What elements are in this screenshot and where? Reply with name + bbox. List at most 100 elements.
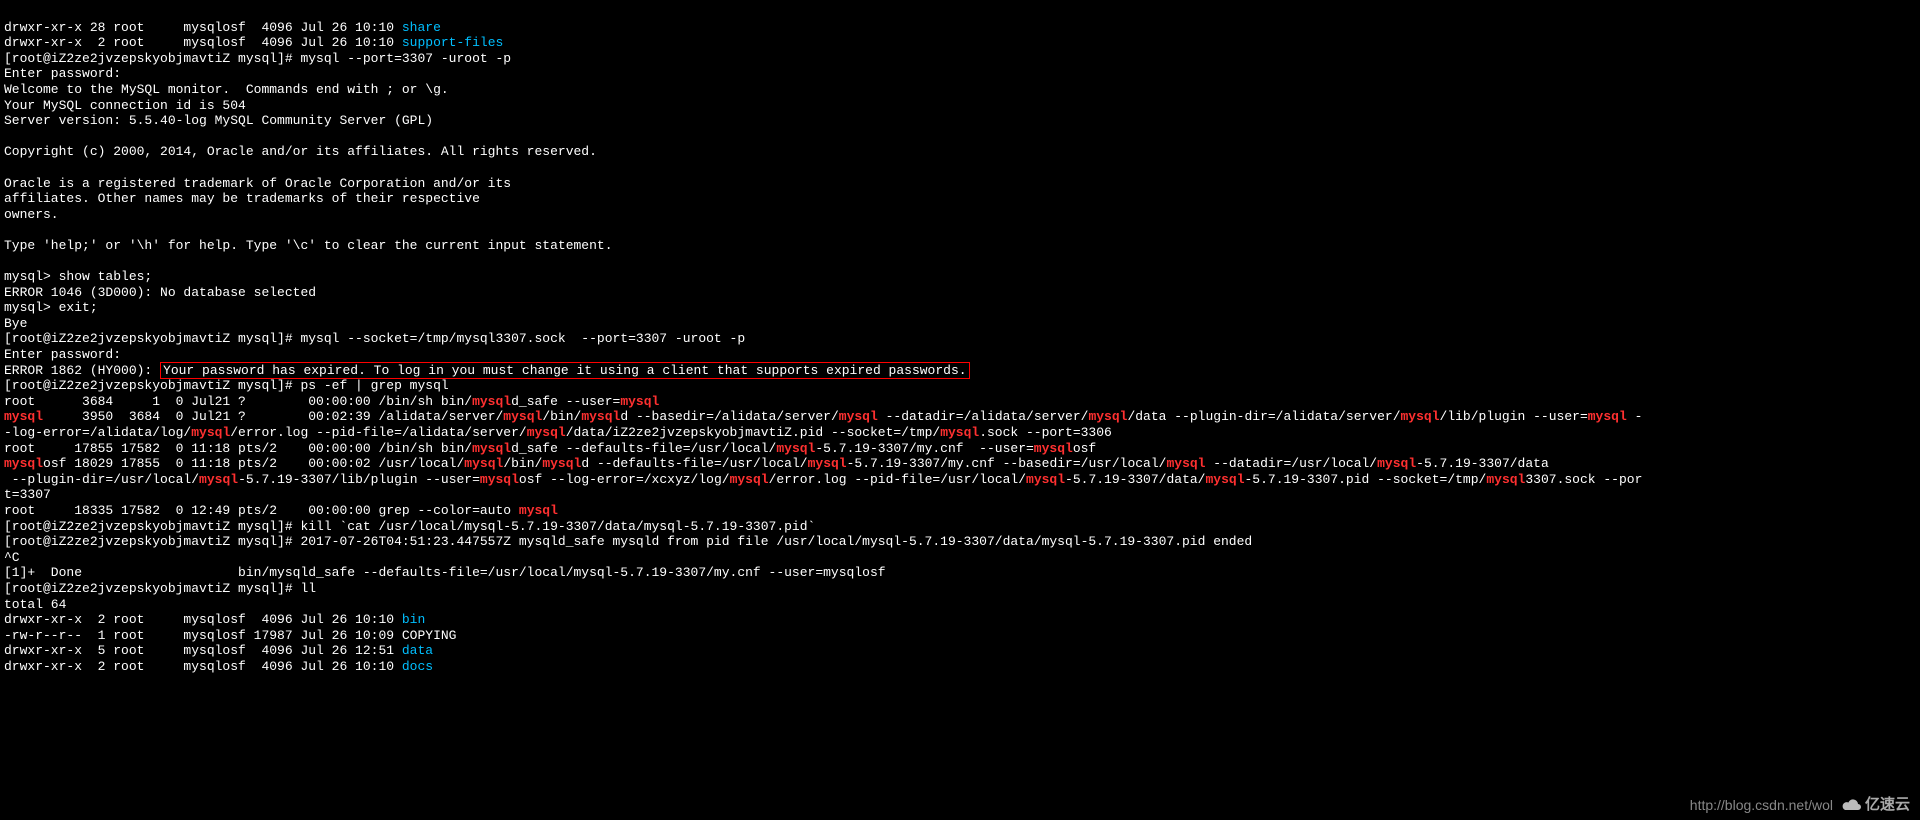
mysql-prompt: mysql> show tables; <box>4 269 152 284</box>
text-line: [root@iZ2ze2jvzepskyobjmavtiZ mysql]# 20… <box>4 534 1252 549</box>
hl-mysql: mysql <box>581 409 620 424</box>
ps-row: d_safe --user= <box>511 394 620 409</box>
ls-line: drwxr-xr-x 2 root mysqlosf 4096 Jul 26 1… <box>4 35 402 50</box>
watermark-url: http://blog.csdn.net/wol <box>1690 797 1833 814</box>
text-line: Your MySQL connection id is 504 <box>4 98 246 113</box>
ps-row: -5.7.19-3307/lib/plugin --user= <box>238 472 480 487</box>
ps-row: osf 18029 17855 0 11:18 pts/2 00:00:02 /… <box>43 456 464 471</box>
hl-mysql: mysql <box>519 503 558 518</box>
hl-mysql: mysql <box>620 394 659 409</box>
hl-mysql: mysql <box>1588 409 1627 424</box>
hl-mysql: mysql <box>730 472 769 487</box>
watermark-logo-text: 亿速云 <box>1865 796 1910 814</box>
hl-mysql: mysql <box>542 456 581 471</box>
text-line: Welcome to the MySQL monitor. Commands e… <box>4 82 449 97</box>
text-line: owners. <box>4 207 59 222</box>
ps-row: osf --log-error=/xcxyz/log/ <box>519 472 730 487</box>
text-line: Enter password: <box>4 66 121 81</box>
dir-docs: docs <box>402 659 433 674</box>
hl-mysql: mysql <box>4 456 43 471</box>
hl-mysql: mysql <box>4 409 43 424</box>
ls-line: drwxr-xr-x 2 root mysqlosf 4096 Jul 26 1… <box>4 659 402 674</box>
hl-mysql: mysql <box>776 441 815 456</box>
hl-mysql: mysql <box>464 456 503 471</box>
error-highlight-box: Your password has expired. To log in you… <box>160 362 970 379</box>
ps-row: root 17855 17582 0 11:18 pts/2 00:00:00 … <box>4 441 472 456</box>
ps-row: --datadir=/usr/local/ <box>1205 456 1377 471</box>
text-line: [1]+ Done bin/mysqld_safe --defaults-fil… <box>4 565 886 580</box>
ps-row: root 18335 17582 0 12:49 pts/2 00:00:00 … <box>4 503 519 518</box>
dir-bin: bin <box>402 612 425 627</box>
hl-mysql: mysql <box>1166 456 1205 471</box>
ps-row: -5.7.19-3307.pid --socket=/tmp/ <box>1245 472 1487 487</box>
ps-row: /bin/ <box>503 456 542 471</box>
ls-line: -rw-r--r-- 1 root mysqlosf 17987 Jul 26 … <box>4 628 456 643</box>
dir-support-files: support-files <box>402 35 503 50</box>
ps-row: - <box>1627 409 1643 424</box>
shell-prompt: [root@iZ2ze2jvzepskyobjmavtiZ mysql]# ki… <box>4 519 815 534</box>
ps-row: t=3307 <box>4 487 51 502</box>
hl-mysql: mysql <box>1034 441 1073 456</box>
hl-mysql: mysql <box>480 472 519 487</box>
ps-row: /data/iZ2ze2jvzepskyobjmavtiZ.pid --sock… <box>566 425 940 440</box>
error-prefix: ERROR 1862 (HY000): <box>4 363 160 378</box>
text-line: affiliates. Other names may be trademark… <box>4 191 480 206</box>
watermark-logo: 亿速云 <box>1841 796 1910 814</box>
ls-line: drwxr-xr-x 28 root mysqlosf 4096 Jul 26 … <box>4 20 402 35</box>
hl-mysql: mysql <box>808 456 847 471</box>
ps-row: /data --plugin-dir=/alidata/server/ <box>1127 409 1400 424</box>
shell-prompt: [root@iZ2ze2jvzepskyobjmavtiZ mysql]# ps… <box>4 378 449 393</box>
hl-mysql: mysql <box>1026 472 1065 487</box>
mysql-prompt: mysql> exit; <box>4 300 98 315</box>
hl-mysql: mysql <box>940 425 979 440</box>
ps-row: -5.7.19-3307/data <box>1416 456 1549 471</box>
ls-line: drwxr-xr-x 2 root mysqlosf 4096 Jul 26 1… <box>4 612 402 627</box>
shell-prompt: [root@iZ2ze2jvzepskyobjmavtiZ mysql]# ll <box>4 581 316 596</box>
text-line: Enter password: <box>4 347 121 362</box>
terminal-output: drwxr-xr-x 28 root mysqlosf 4096 Jul 26 … <box>4 4 1916 675</box>
hl-mysql: mysql <box>1401 409 1440 424</box>
dir-data: data <box>402 643 433 658</box>
ps-row: root 3684 1 0 Jul21 ? 00:00:00 /bin/sh b… <box>4 394 472 409</box>
ps-row: d_safe --defaults-file=/usr/local/ <box>511 441 776 456</box>
hl-mysql: mysql <box>1205 472 1244 487</box>
ps-row: -5.7.19-3307/my.cnf --user= <box>815 441 1033 456</box>
watermark: http://blog.csdn.net/wol 亿速云 <box>1690 796 1910 814</box>
hl-mysql: mysql <box>199 472 238 487</box>
hl-mysql: mysql <box>1486 472 1525 487</box>
shell-prompt: [root@iZ2ze2jvzepskyobjmavtiZ mysql]# my… <box>4 331 745 346</box>
dir-share: share <box>402 20 441 35</box>
cloud-icon <box>1841 797 1863 813</box>
ps-row: /lib/plugin --user= <box>1440 409 1588 424</box>
ps-row: .sock --port=3306 <box>979 425 1112 440</box>
mysql-error: ERROR 1046 (3D000): No database selected <box>4 285 316 300</box>
ps-row: 3950 3684 0 Jul21 ? 00:02:39 /alidata/se… <box>43 409 503 424</box>
ps-row: 3307.sock --por <box>1525 472 1642 487</box>
ps-row: /bin/ <box>542 409 581 424</box>
ps-row: -5.7.19-3307/my.cnf --basedir=/usr/local… <box>847 456 1167 471</box>
text-line: Server version: 5.5.40-log MySQL Communi… <box>4 113 433 128</box>
ps-row: -5.7.19-3307/data/ <box>1065 472 1205 487</box>
hl-mysql: mysql <box>472 394 511 409</box>
ls-line: drwxr-xr-x 5 root mysqlosf 4096 Jul 26 1… <box>4 643 402 658</box>
text-line: total 64 <box>4 597 66 612</box>
hl-mysql: mysql <box>503 409 542 424</box>
ps-row: d --defaults-file=/usr/local/ <box>581 456 807 471</box>
hl-mysql: mysql <box>1088 409 1127 424</box>
ps-row: --plugin-dir=/usr/local/ <box>4 472 199 487</box>
ps-row: /error.log --pid-file=/usr/local/ <box>769 472 1026 487</box>
ps-row: /error.log --pid-file=/alidata/server/ <box>230 425 526 440</box>
text-line: Bye <box>4 316 27 331</box>
hl-mysql: mysql <box>1377 456 1416 471</box>
text-line: ^C <box>4 550 20 565</box>
ps-row: osf <box>1073 441 1096 456</box>
hl-mysql: mysql <box>191 425 230 440</box>
text-line: Oracle is a registered trademark of Orac… <box>4 176 511 191</box>
ps-row: --datadir=/alidata/server/ <box>878 409 1089 424</box>
ps-row: d --basedir=/alidata/server/ <box>620 409 838 424</box>
hl-mysql: mysql <box>527 425 566 440</box>
ps-row: -log-error=/alidata/log/ <box>4 425 191 440</box>
text-line: Copyright (c) 2000, 2014, Oracle and/or … <box>4 144 597 159</box>
text-line: Type 'help;' or '\h' for help. Type '\c'… <box>4 238 613 253</box>
hl-mysql: mysql <box>472 441 511 456</box>
